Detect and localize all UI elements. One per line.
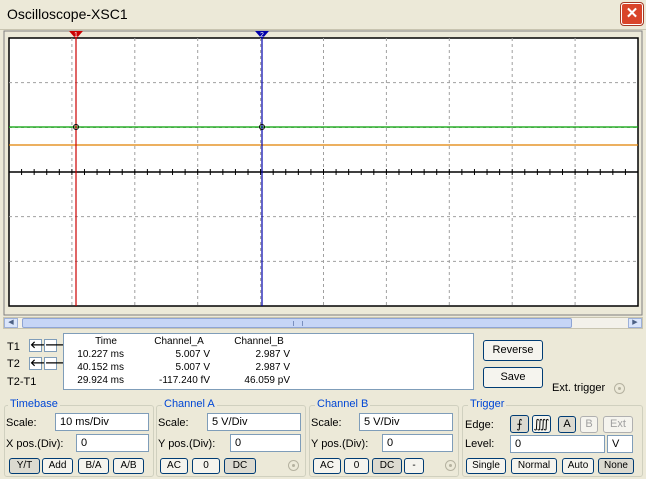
t2-left-arrow-icon[interactable]: 🡐 <box>29 357 57 370</box>
scope-screen: 1 2 <box>3 30 643 316</box>
readout-header-channel-a: Channel_A <box>154 336 204 347</box>
trigger-single-button[interactable]: Single <box>466 458 506 474</box>
t1-right-arrow-icon[interactable]: 🡒 <box>44 339 72 352</box>
trigger-level-field[interactable]: 0 <box>510 435 605 453</box>
t2-t1-label: T2-T1 <box>7 376 37 388</box>
cursor-1-label: 1 <box>74 32 78 39</box>
channel-a-scale-label: Scale: <box>158 417 189 429</box>
window-title: Oscilloscope-XSC1 <box>7 6 128 22</box>
channel-b-title: Channel B <box>315 398 371 410</box>
title-bar: Oscilloscope-XSC1 ✕ <box>0 0 646 30</box>
ext-trigger-label: Ext. trigger <box>552 382 606 394</box>
channel-a-title: Channel A <box>162 398 217 410</box>
mode-add-button[interactable]: Add <box>42 458 73 474</box>
channel-a-terminal[interactable] <box>288 460 299 471</box>
channel-b-zero-button[interactable]: 0 <box>344 458 369 474</box>
horizontal-scrollbar[interactable]: ◀ ▶ <box>3 317 643 329</box>
trigger-title: Trigger <box>468 398 507 410</box>
trigger-level-label: Level: <box>465 438 495 450</box>
reverse-button[interactable]: Reverse <box>483 340 543 361</box>
trigger-source-b-button[interactable]: B <box>580 416 598 433</box>
channel-a-dc-button[interactable]: DC <box>224 458 256 474</box>
falling-edge-icon[interactable]: ⨌ <box>532 415 551 433</box>
readout-t1-channel-a: 5.007 V <box>175 349 210 360</box>
measurement-readout: Time Channel_A Channel_B 10.227 ms 5.007… <box>63 333 474 390</box>
scroll-right-icon[interactable]: ▶ <box>628 318 642 328</box>
ext-trigger-terminal[interactable] <box>614 383 625 394</box>
channel-a-ypos-field[interactable]: 0 <box>230 434 301 452</box>
t2-label: T2 <box>7 358 20 370</box>
channel-b-terminal[interactable] <box>445 460 456 471</box>
channel-b-scale-field[interactable]: 5 V/Div <box>359 413 453 431</box>
channel-b-invert-button[interactable]: - <box>404 458 424 474</box>
scope-display: 1 2 <box>3 30 643 316</box>
close-button[interactable]: ✕ <box>621 3 643 25</box>
readout-header-time: Time <box>95 336 117 347</box>
channel-b-scale-label: Scale: <box>311 417 342 429</box>
trigger-level-unit[interactable]: V <box>607 435 633 453</box>
timebase-scale-field[interactable]: 10 ms/Div <box>55 413 149 431</box>
channel-b-dc-button[interactable]: DC <box>372 458 402 474</box>
t1-left-arrow-icon[interactable]: 🡐 <box>29 339 57 352</box>
channel-a-scale-field[interactable]: 5 V/Div <box>207 413 301 431</box>
timebase-scale-label: Scale: <box>6 417 37 429</box>
readout-diff-time: 29.924 ms <box>77 375 124 386</box>
timebase-title: Timebase <box>8 398 60 410</box>
rising-edge-icon[interactable]: ⨍ <box>510 415 529 433</box>
readout-header-channel-b: Channel_B <box>234 336 284 347</box>
t2-right-arrow-icon[interactable]: 🡒 <box>44 357 72 370</box>
close-icon: ✕ <box>625 5 639 22</box>
trigger-source-a-button[interactable]: A <box>558 416 576 433</box>
scroll-left-icon[interactable]: ◀ <box>4 318 18 328</box>
save-button[interactable]: Save <box>483 367 543 388</box>
trigger-source-ext-button[interactable]: Ext <box>603 416 633 433</box>
t1-label: T1 <box>7 341 20 353</box>
channel-b-ypos-label: Y pos.(Div): <box>311 438 369 450</box>
trigger-edge-label: Edge: <box>465 419 494 431</box>
readout-t1-time: 10.227 ms <box>77 349 124 360</box>
timebase-xpos-label: X pos.(Div): <box>6 438 64 450</box>
readout-diff-channel-a: -117.240 fV <box>159 375 210 386</box>
mode-ab-button[interactable]: A/B <box>113 458 144 474</box>
channel-a-ac-button[interactable]: AC <box>160 458 188 474</box>
readout-t2-channel-b: 2.987 V <box>255 362 290 373</box>
cursor-2-label: 2 <box>260 32 264 39</box>
trigger-none-button[interactable]: None <box>598 458 634 474</box>
trigger-normal-button[interactable]: Normal <box>511 458 557 474</box>
trigger-auto-button[interactable]: Auto <box>562 458 594 474</box>
readout-diff-channel-b: 46.059 pV <box>244 375 290 386</box>
mode-ba-button[interactable]: B/A <box>78 458 109 474</box>
scroll-thumb[interactable] <box>22 318 572 328</box>
readout-t1-channel-b: 2.987 V <box>255 349 290 360</box>
channel-b-ac-button[interactable]: AC <box>313 458 341 474</box>
readout-t2-time: 40.152 ms <box>77 362 124 373</box>
mode-yt-button[interactable]: Y/T <box>9 458 40 474</box>
timebase-xpos-field[interactable]: 0 <box>76 434 149 452</box>
readout-t2-channel-a: 5.007 V <box>175 362 210 373</box>
channel-b-ypos-field[interactable]: 0 <box>382 434 453 452</box>
channel-a-ypos-label: Y pos.(Div): <box>158 438 216 450</box>
channel-a-zero-button[interactable]: 0 <box>192 458 220 474</box>
